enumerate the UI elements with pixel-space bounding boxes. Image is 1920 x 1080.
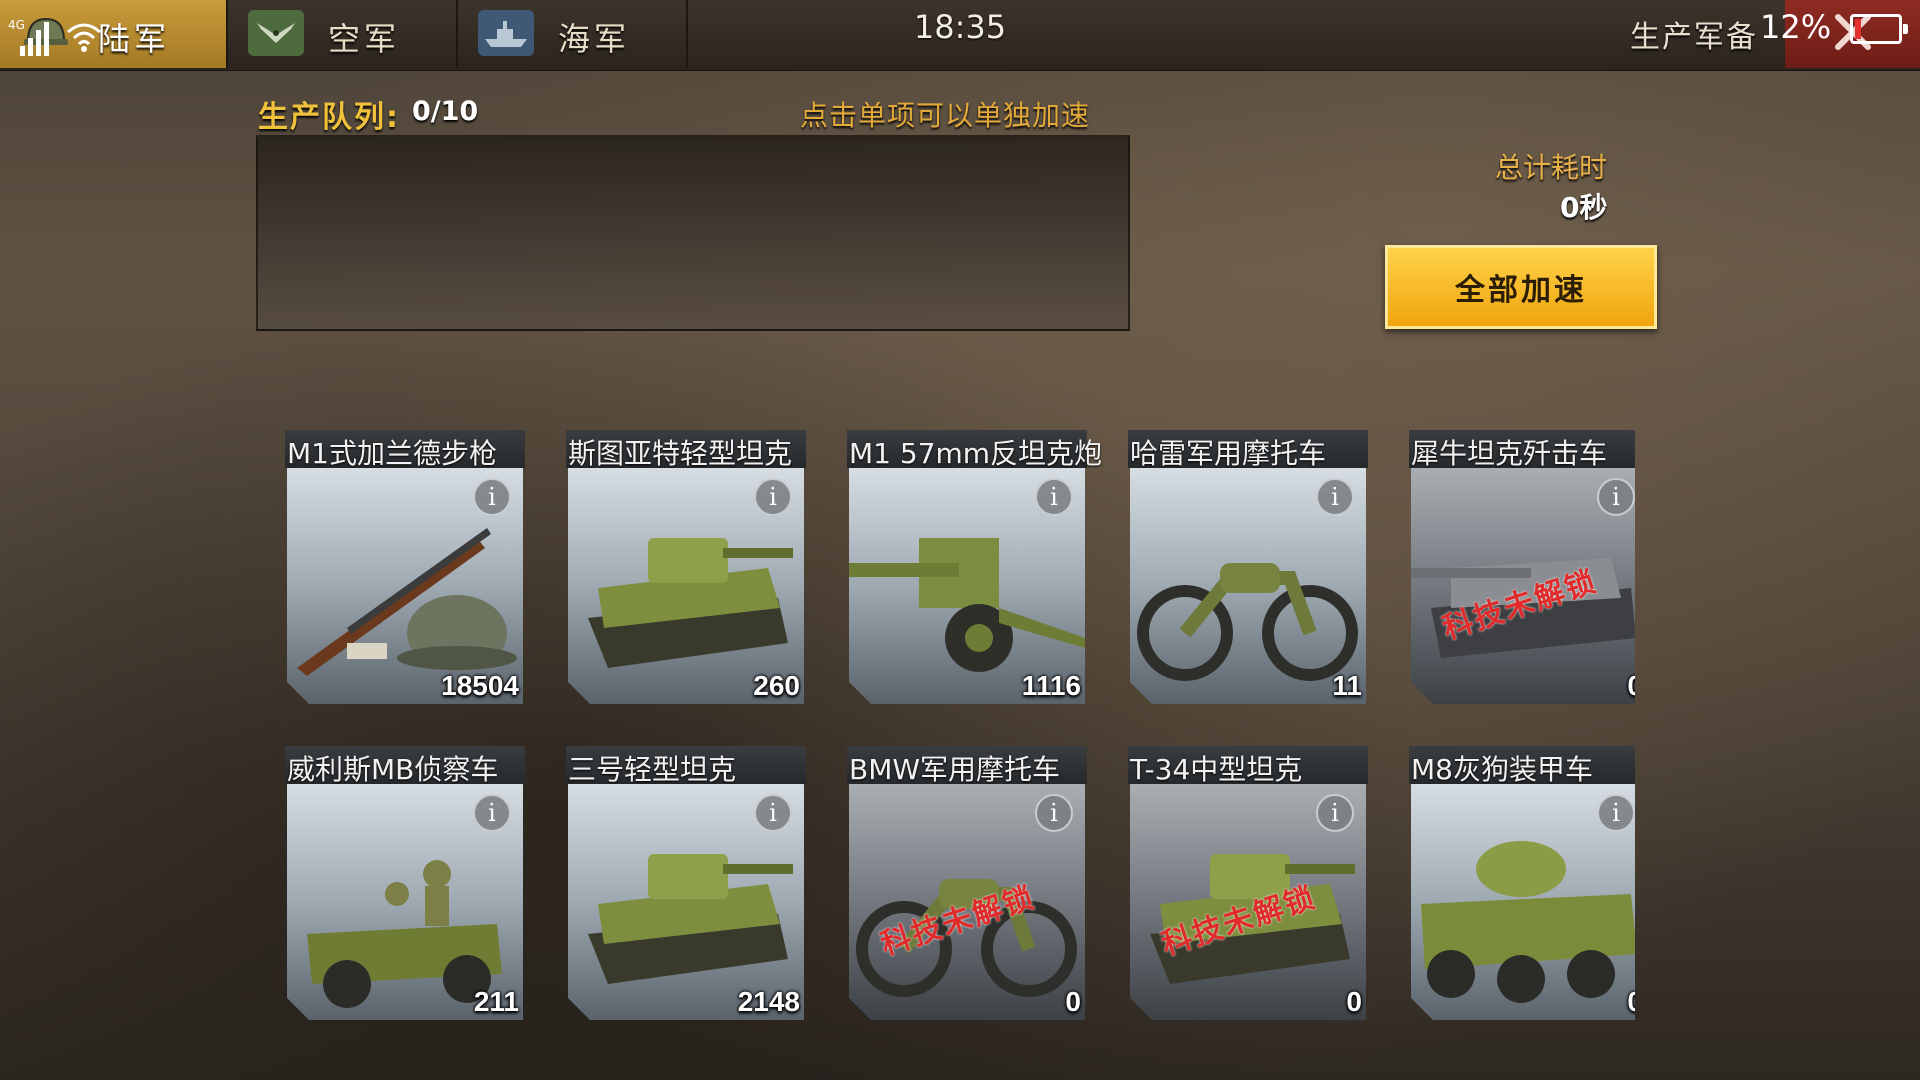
unit-name: 斯图亚特轻型坦克 — [568, 437, 793, 470]
production-queue-panel[interactable] — [256, 135, 1130, 331]
unit-grid: M1式加兰德步枪 i 18504 斯图亚特轻型坦克 i 260 M1 57mm反坦克炮 i 11… — [285, 430, 1635, 1024]
info-icon[interactable]: i — [754, 794, 792, 832]
total-time-label: 总计耗时 — [1495, 151, 1608, 184]
unit-name-bar: 三号轻型坦克 — [566, 746, 806, 786]
top-bar: 陆军 空军 海军 4G 18:35 生产军备 12% — [0, 0, 1920, 71]
queue-label: 生产队列: — [258, 100, 400, 135]
unit-name-bar: 哈雷军用摩托车 — [1128, 430, 1368, 470]
unit-card[interactable]: 哈雷军用摩托车 i 11 — [1128, 430, 1368, 706]
unit-name-bar: T-34中型坦克 — [1128, 746, 1368, 786]
info-icon[interactable]: i — [473, 478, 511, 516]
info-icon[interactable]: i — [1035, 478, 1073, 516]
info-icon[interactable]: i — [1316, 478, 1354, 516]
status-icons: 4G — [8, 8, 104, 58]
total-time-value: 0秒 — [1560, 191, 1608, 224]
wifi-icon — [64, 18, 104, 58]
battery-icon — [1850, 14, 1908, 44]
unit-name-bar: M8灰狗装甲车 — [1409, 746, 1635, 786]
unit-name: 哈雷军用摩托车 — [1130, 437, 1327, 470]
info-icon[interactable]: i — [1597, 478, 1635, 516]
unit-count: 0 — [1627, 670, 1635, 702]
info-icon[interactable]: i — [754, 478, 792, 516]
unit-card[interactable]: 三号轻型坦克 i 2148 — [566, 746, 806, 1022]
unit-card[interactable]: M1式加兰德步枪 i 18504 — [285, 430, 525, 706]
unit-name-bar: 威利斯MB侦察车 — [285, 746, 525, 786]
info-icon[interactable]: i — [473, 794, 511, 832]
unit-count: 260 — [753, 670, 800, 701]
unit-name: M8灰狗装甲车 — [1411, 753, 1593, 786]
unit-name: T-34中型坦克 — [1130, 753, 1303, 786]
unit-name: 三号轻型坦克 — [568, 753, 737, 786]
unit-name-bar: 犀牛坦克歼击车 — [1409, 430, 1635, 470]
unit-count: 2148 — [737, 986, 800, 1017]
unit-name-bar: M1 57mm反坦克炮 — [847, 430, 1102, 470]
battery-percent: 12% — [1760, 8, 1832, 46]
info-icon[interactable]: i — [1597, 794, 1635, 832]
queue-count: 0/10 — [412, 96, 479, 127]
unit-name: 犀牛坦克歼击车 — [1411, 437, 1608, 470]
unit-card[interactable]: T-34中型坦克 i 科技未解锁 0 — [1128, 746, 1368, 1022]
info-icon[interactable]: i — [1316, 794, 1354, 832]
unit-count: 0 — [1346, 986, 1362, 1017]
unit-count: 0 — [1065, 986, 1081, 1017]
unit-name: M1 57mm反坦克炮 — [849, 437, 1103, 470]
signal-icon: 4G — [8, 18, 54, 58]
unit-name-bar: BMW军用摩托车 — [847, 746, 1087, 786]
page-title: 生产军备 — [1630, 20, 1758, 55]
unit-count: 211 — [473, 986, 519, 1017]
unit-count: 1116 — [1021, 670, 1081, 701]
unit-name-bar: M1式加兰德步枪 — [285, 430, 525, 470]
speed-up-all-button[interactable]: 全部加速 — [1385, 245, 1657, 329]
unit-card[interactable]: 斯图亚特轻型坦克 i 260 — [566, 430, 806, 706]
unit-card[interactable]: M8灰狗装甲车i 0 — [1409, 746, 1635, 1022]
unit-name-bar: 斯图亚特轻型坦克 — [566, 430, 806, 470]
unit-card[interactable]: M1 57mm反坦克炮 i 1116 — [847, 430, 1102, 706]
info-icon[interactable]: i — [1035, 794, 1073, 832]
unit-name: BMW军用摩托车 — [849, 753, 1061, 786]
unit-card[interactable]: BMW军用摩托车 i 科技未解锁 0 — [847, 746, 1087, 1022]
unit-card[interactable]: 犀牛坦克歼击车i科技未解锁0 — [1409, 430, 1635, 706]
unit-name: 威利斯MB侦察车 — [287, 753, 499, 786]
unit-count: 11 — [1332, 670, 1362, 701]
unit-count: 0 — [1627, 986, 1635, 1018]
unit-name: M1式加兰德步枪 — [287, 437, 497, 470]
unit-count: 18504 — [441, 670, 519, 701]
queue-hint: 点击单项可以单独加速 — [800, 99, 1091, 132]
unit-card[interactable]: 威利斯MB侦察车 i 211 — [285, 746, 525, 1022]
